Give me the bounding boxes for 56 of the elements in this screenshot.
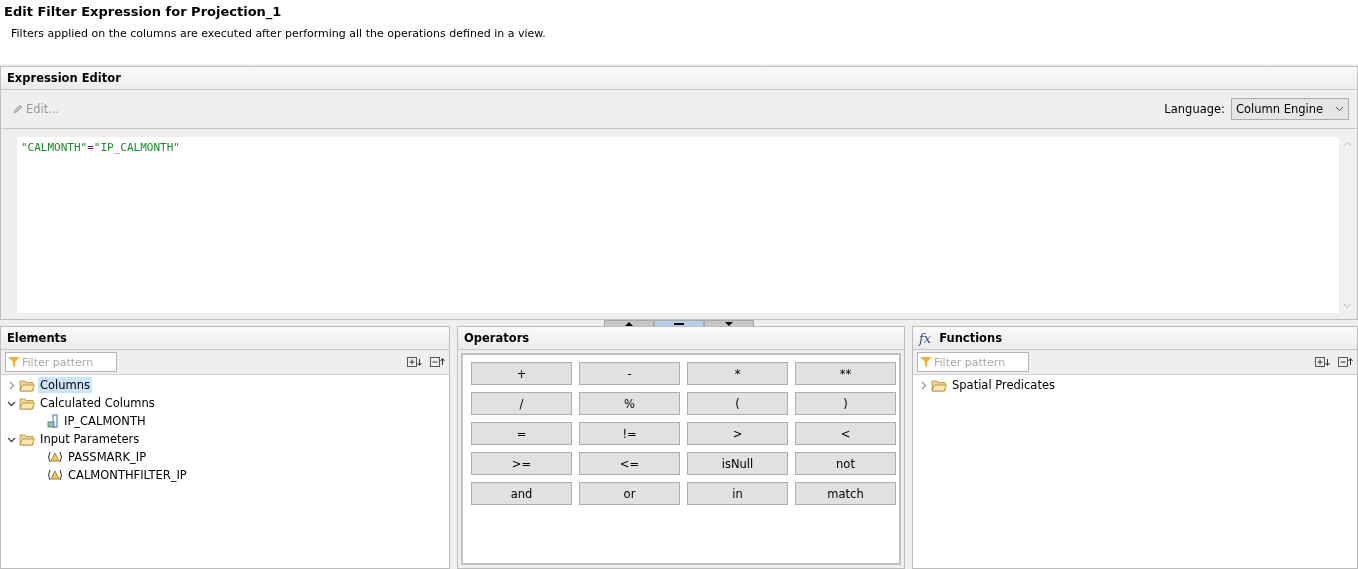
operator-button[interactable]: * (687, 362, 788, 385)
operator-button[interactable]: ) (795, 392, 896, 415)
tree-item[interactable]: Columns (38, 377, 93, 393)
panel-title: Operators (464, 331, 530, 345)
tree-item[interactable]: IP_CALMONTH (62, 413, 148, 429)
folder-icon (19, 432, 35, 446)
language-dropdown[interactable]: Column Engine (1231, 98, 1349, 120)
parameter-icon (47, 451, 63, 463)
operator-button[interactable]: > (687, 422, 788, 445)
parameter-icon (47, 469, 63, 481)
tree-item[interactable]: PASSMARK_IP (66, 449, 149, 465)
expression-editor[interactable]: "CALMONTH"="IP_CALMONTH" (17, 137, 1339, 313)
panel-title: Elements (7, 331, 67, 345)
operator-button[interactable]: <= (579, 452, 680, 475)
operator-button[interactable]: ( (687, 392, 788, 415)
operator-button[interactable]: not (795, 452, 896, 475)
panel-title: Expression Editor (7, 71, 121, 85)
collapse-all-icon[interactable] (1338, 357, 1353, 367)
triangle-down-icon (725, 321, 733, 326)
expand-all-icon[interactable] (1315, 357, 1330, 367)
tree-item[interactable]: CALMONTHFILTER_IP (66, 467, 189, 483)
panel-title: Functions (939, 331, 1002, 345)
operator-button[interactable]: ** (795, 362, 896, 385)
operator-button[interactable]: or (579, 482, 680, 505)
operator-button[interactable]: + (471, 362, 572, 385)
filter-icon (920, 356, 932, 368)
calculated-column-icon (47, 414, 59, 428)
filter-icon (8, 356, 20, 368)
operator-button[interactable]: in (687, 482, 788, 505)
folder-icon (19, 396, 35, 410)
operator-button[interactable]: isNull (687, 452, 788, 475)
dialog-description: Filters applied on the columns are executed after performing all the operations defined in a view. (10, 27, 547, 40)
operator-button[interactable]: - (579, 362, 680, 385)
operator-button[interactable]: = (471, 422, 572, 445)
triangle-up-icon (625, 321, 633, 326)
operator-button[interactable]: >= (471, 452, 572, 475)
function-icon: fx (919, 330, 932, 346)
folder-icon (19, 378, 35, 392)
chevron-down-icon (1335, 106, 1344, 112)
collapsed-chevron-icon[interactable] (7, 380, 16, 390)
operator-button[interactable]: != (579, 422, 680, 445)
dialog-title: Edit Filter Expression for Projection_1 (4, 4, 283, 19)
collapse-all-icon[interactable] (430, 357, 445, 367)
tree-item[interactable]: Calculated Columns (38, 395, 157, 411)
operator-button[interactable]: / (471, 392, 572, 415)
folder-icon (931, 378, 947, 392)
language-label: Language: (1164, 102, 1225, 116)
operator-button[interactable]: < (795, 422, 896, 445)
operator-button[interactable]: and (471, 482, 572, 505)
tree-item[interactable]: Spatial Predicates (950, 377, 1057, 393)
operator-button[interactable]: match (795, 482, 896, 505)
expand-all-icon[interactable] (407, 357, 422, 367)
pencil-icon (13, 104, 23, 114)
collapsed-chevron-icon[interactable] (919, 380, 928, 390)
tree-item[interactable]: Input Parameters (38, 431, 142, 447)
operator-button[interactable]: % (579, 392, 680, 415)
